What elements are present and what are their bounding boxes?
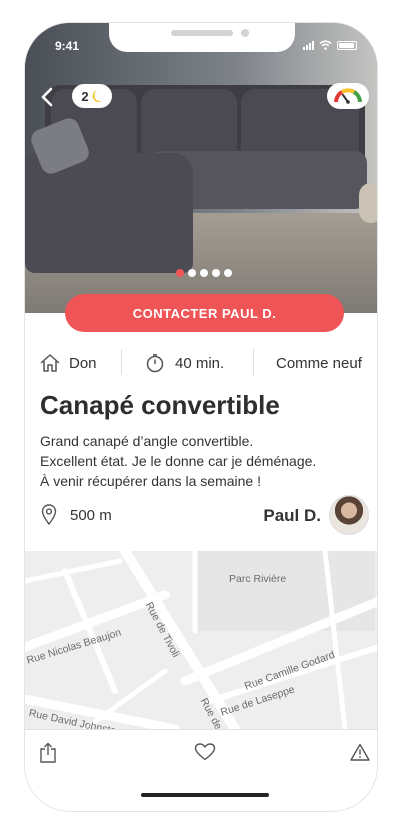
moon-count: 2 bbox=[81, 88, 89, 104]
description-line: À venir récupérer dans la semaine ! bbox=[40, 473, 261, 489]
carousel-dots bbox=[176, 269, 232, 277]
phone-frame: 9:41 2 CONTACTER PAUL D. Don 40 min. Com… bbox=[24, 22, 378, 812]
contact-button[interactable]: CONTACTER PAUL D. bbox=[65, 294, 344, 332]
listing-title: Canapé convertible bbox=[40, 390, 280, 420]
distance-label: 500 m bbox=[70, 507, 112, 524]
condition-info: Comme neuf bbox=[276, 345, 362, 381]
status-time: 9:41 bbox=[55, 39, 80, 53]
map-view[interactable]: Parc Rivière Rue Nicolas Beaujon Rue de … bbox=[25, 551, 377, 729]
carousel-dot[interactable] bbox=[188, 269, 196, 277]
moon-icon bbox=[92, 90, 102, 102]
back-button[interactable] bbox=[37, 85, 59, 109]
description-line: Grand canapé d’angle convertible. bbox=[40, 433, 254, 449]
listing-description: Grand canapé d’angle convertible. Excell… bbox=[40, 431, 370, 491]
lamp bbox=[359, 183, 377, 223]
heart-icon[interactable] bbox=[194, 743, 216, 761]
home-indicator bbox=[141, 793, 269, 797]
warning-icon[interactable] bbox=[350, 743, 370, 761]
map-label: Parc Rivière bbox=[229, 573, 287, 585]
sofa-seat bbox=[237, 151, 367, 209]
stopwatch-icon bbox=[146, 354, 164, 373]
battery-icon bbox=[337, 40, 357, 50]
status-icons bbox=[303, 40, 357, 50]
moon-badge[interactable]: 2 bbox=[72, 84, 112, 108]
location-pin-icon bbox=[41, 504, 57, 526]
description-line: Excellent état. Je le donne car je démén… bbox=[40, 453, 317, 469]
carousel-dot[interactable] bbox=[212, 269, 220, 277]
share-icon[interactable] bbox=[39, 742, 57, 764]
bottom-toolbar bbox=[25, 729, 377, 781]
info-row: Don 40 min. Comme neuf bbox=[25, 345, 377, 381]
home-icon bbox=[40, 354, 60, 372]
seller-avatar[interactable] bbox=[329, 495, 369, 535]
divider bbox=[121, 349, 122, 375]
wifi-icon bbox=[319, 40, 332, 50]
carousel-dot[interactable] bbox=[176, 269, 184, 277]
seller-name[interactable]: Paul D. bbox=[263, 506, 321, 526]
device-notch bbox=[109, 23, 295, 52]
gauge-badge[interactable] bbox=[327, 83, 369, 109]
listing-photo[interactable]: 9:41 2 bbox=[25, 23, 377, 313]
gauge-icon bbox=[334, 88, 362, 104]
type-info: Don bbox=[39, 345, 97, 381]
location-row: 500 m Paul D. bbox=[25, 493, 377, 537]
time-label: 40 min. bbox=[175, 354, 225, 372]
type-label: Don bbox=[69, 354, 97, 372]
chevron-left-icon bbox=[41, 87, 53, 107]
carousel-dot[interactable] bbox=[224, 269, 232, 277]
condition-label: Comme neuf bbox=[276, 354, 362, 372]
camera bbox=[241, 29, 249, 37]
time-info: 40 min. bbox=[145, 345, 224, 381]
speaker bbox=[171, 30, 233, 36]
divider bbox=[253, 349, 254, 375]
signal-icon bbox=[303, 40, 314, 50]
carousel-dot[interactable] bbox=[200, 269, 208, 277]
